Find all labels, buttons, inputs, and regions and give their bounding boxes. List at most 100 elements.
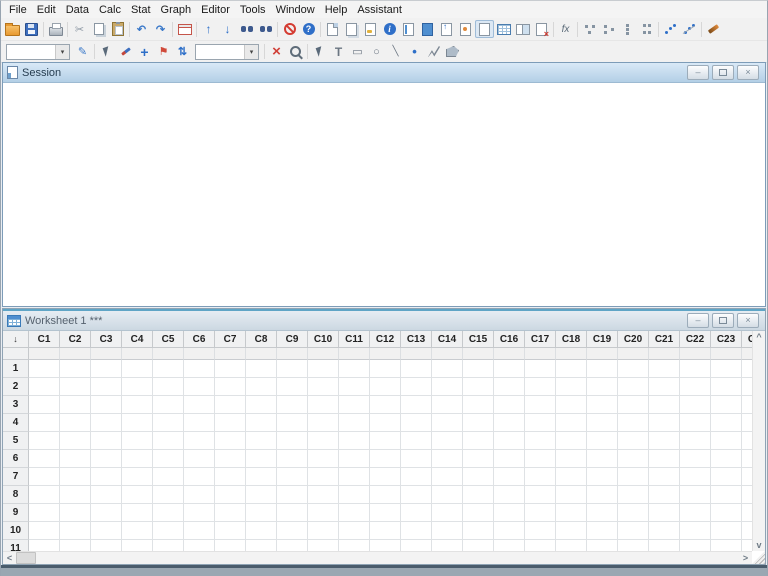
- cell-C4-10[interactable]: [122, 522, 153, 540]
- row-header-8[interactable]: 8: [3, 486, 29, 504]
- cell-C20-3[interactable]: [618, 396, 649, 414]
- cell-C7-9[interactable]: [215, 504, 246, 522]
- cell-C22-6[interactable]: [680, 450, 711, 468]
- cell-C1-2[interactable]: [29, 378, 60, 396]
- cell-C11-8[interactable]: [339, 486, 370, 504]
- column-header-C22[interactable]: C22: [680, 331, 711, 348]
- column-name-cell-C12[interactable]: [370, 348, 401, 360]
- cell-C24-3[interactable]: [742, 396, 752, 414]
- cell-C9-10[interactable]: [277, 522, 308, 540]
- cell-C5-10[interactable]: [153, 522, 184, 540]
- cell-C14-6[interactable]: [432, 450, 463, 468]
- select-tool-icon[interactable]: [310, 43, 329, 61]
- cell-C13-8[interactable]: [401, 486, 432, 504]
- vertical-scrollbar[interactable]: ^ v: [752, 331, 765, 551]
- cell-C9-7[interactable]: [277, 468, 308, 486]
- cell-C11-3[interactable]: [339, 396, 370, 414]
- row-header-10[interactable]: 10: [3, 522, 29, 540]
- cell-C4-2[interactable]: [122, 378, 153, 396]
- cell-C18-2[interactable]: [556, 378, 587, 396]
- cell-C21-10[interactable]: [649, 522, 680, 540]
- row-header-7[interactable]: 7: [3, 468, 29, 486]
- restore-button[interactable]: [712, 65, 734, 80]
- cell-C12-6[interactable]: [370, 450, 401, 468]
- node-link-icon[interactable]: [580, 20, 599, 38]
- menu-file[interactable]: File: [4, 3, 32, 17]
- cell-C5-7[interactable]: [153, 468, 184, 486]
- cell-C16-5[interactable]: [494, 432, 525, 450]
- cell-C4-7[interactable]: [122, 468, 153, 486]
- horizontal-scroll-thumb[interactable]: [16, 552, 36, 564]
- cell-C12-10[interactable]: [370, 522, 401, 540]
- cell-C10-1[interactable]: [308, 360, 339, 378]
- cell-C5-1[interactable]: [153, 360, 184, 378]
- cell-C2-6[interactable]: [60, 450, 91, 468]
- select-item-icon[interactable]: [97, 43, 116, 61]
- cell-C20-10[interactable]: [618, 522, 649, 540]
- column-header-C24[interactable]: C24: [742, 331, 752, 348]
- cell-C13-10[interactable]: [401, 522, 432, 540]
- cell-C13-4[interactable]: [401, 414, 432, 432]
- cell-C17-10[interactable]: [525, 522, 556, 540]
- cell-C23-11[interactable]: [711, 540, 742, 551]
- scroll-up-icon[interactable]: ^: [753, 331, 765, 343]
- cell-C17-5[interactable]: [525, 432, 556, 450]
- cell-C12-2[interactable]: [370, 378, 401, 396]
- cell-C1-9[interactable]: [29, 504, 60, 522]
- column-header-C3[interactable]: C3: [91, 331, 122, 348]
- cell-C15-9[interactable]: [463, 504, 494, 522]
- menu-edit[interactable]: Edit: [32, 3, 61, 17]
- cell-C18-3[interactable]: [556, 396, 587, 414]
- column-name-cell-C1[interactable]: [29, 348, 60, 360]
- column-name-cell-C11[interactable]: [339, 348, 370, 360]
- cell-C3-4[interactable]: [91, 414, 122, 432]
- cell-C11-2[interactable]: [339, 378, 370, 396]
- cell-C19-6[interactable]: [587, 450, 618, 468]
- column-header-C10[interactable]: C10: [308, 331, 339, 348]
- cell-C4-6[interactable]: [122, 450, 153, 468]
- column-name-cell-C2[interactable]: [60, 348, 91, 360]
- previous-command-icon[interactable]: ↑: [199, 20, 218, 38]
- cell-C14-9[interactable]: [432, 504, 463, 522]
- column-header-C1[interactable]: C1: [29, 331, 60, 348]
- cell-C13-11[interactable]: [401, 540, 432, 551]
- cell-C5-8[interactable]: [153, 486, 184, 504]
- cell-C22-2[interactable]: [680, 378, 711, 396]
- cell-C14-8[interactable]: [432, 486, 463, 504]
- cell-C15-6[interactable]: [463, 450, 494, 468]
- cell-C3-11[interactable]: [91, 540, 122, 551]
- cell-C21-2[interactable]: [649, 378, 680, 396]
- resize-grip[interactable]: [752, 551, 765, 564]
- cell-C12-11[interactable]: [370, 540, 401, 551]
- cell-C7-10[interactable]: [215, 522, 246, 540]
- cell-C21-5[interactable]: [649, 432, 680, 450]
- cell-C21-8[interactable]: [649, 486, 680, 504]
- cell-C8-6[interactable]: [246, 450, 277, 468]
- cell-C7-8[interactable]: [215, 486, 246, 504]
- cell-C7-4[interactable]: [215, 414, 246, 432]
- menu-help[interactable]: Help: [320, 3, 353, 17]
- column-name-cell-C13[interactable]: [401, 348, 432, 360]
- horizontal-scrollbar[interactable]: < >: [3, 551, 752, 564]
- find-icon[interactable]: [237, 20, 256, 38]
- minimize-button[interactable]: –: [687, 65, 709, 80]
- cell-C3-7[interactable]: [91, 468, 122, 486]
- calculator-icon[interactable]: fx: [556, 20, 575, 38]
- cell-C9-6[interactable]: [277, 450, 308, 468]
- cell-C23-8[interactable]: [711, 486, 742, 504]
- cell-C9-8[interactable]: [277, 486, 308, 504]
- cell-C15-5[interactable]: [463, 432, 494, 450]
- cell-C20-8[interactable]: [618, 486, 649, 504]
- column-name-cell-C16[interactable]: [494, 348, 525, 360]
- column-header-C5[interactable]: C5: [153, 331, 184, 348]
- cell-C5-11[interactable]: [153, 540, 184, 551]
- cell-C12-7[interactable]: [370, 468, 401, 486]
- next-command-icon[interactable]: ↓: [218, 20, 237, 38]
- cell-C2-10[interactable]: [60, 522, 91, 540]
- cell-C23-10[interactable]: [711, 522, 742, 540]
- cell-C21-9[interactable]: [649, 504, 680, 522]
- cell-C18-9[interactable]: [556, 504, 587, 522]
- cell-C10-3[interactable]: [308, 396, 339, 414]
- column-name-cell-C22[interactable]: [680, 348, 711, 360]
- text-tool-icon[interactable]: T: [329, 43, 348, 61]
